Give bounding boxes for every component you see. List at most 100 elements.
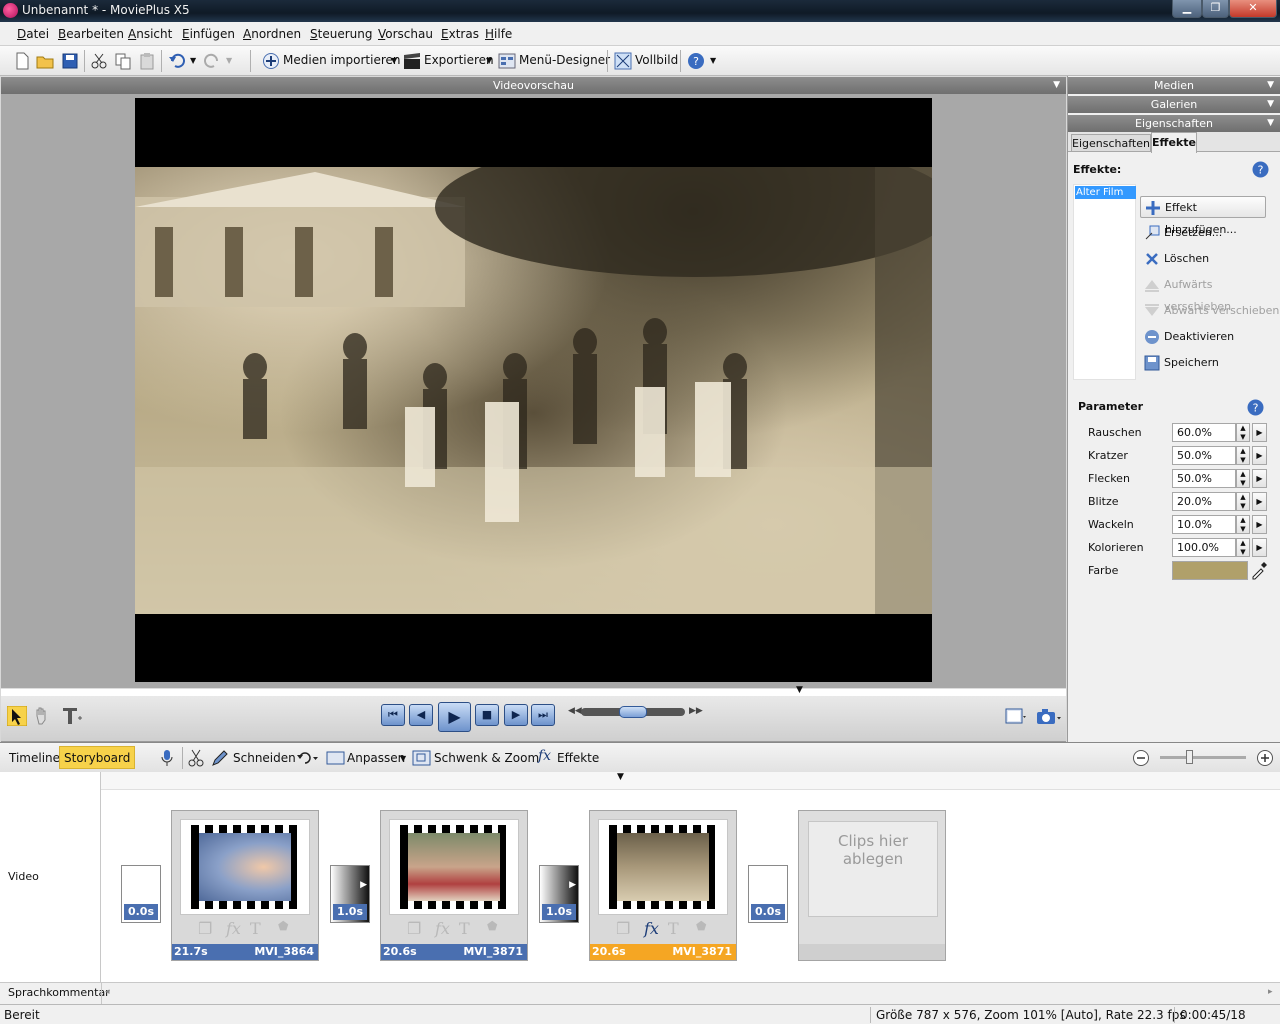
fit-dropdown-icon[interactable]: ▼ xyxy=(400,754,406,763)
param-rauschen-spinner[interactable]: ▲ ▼ xyxy=(1236,423,1250,442)
effects-list-item[interactable]: Alter Film xyxy=(1075,186,1136,199)
transition-0[interactable]: 0.0s xyxy=(121,865,161,923)
effects-help-icon[interactable]: ? xyxy=(1252,161,1269,178)
pan-zoom-button[interactable]: Schwenk & Zoom xyxy=(434,751,539,765)
next-frame-button[interactable]: ▶ xyxy=(504,704,528,726)
clip-marker-icon[interactable]: ⬟ xyxy=(487,919,497,933)
param-blitze-spinner[interactable]: ▲ ▼ xyxy=(1236,492,1250,511)
param-rauschen-expand[interactable]: ▶ xyxy=(1252,423,1267,442)
pan-zoom-icon[interactable] xyxy=(412,749,432,767)
transition-1[interactable]: 1.0s xyxy=(330,865,370,923)
storyboard-clip-1[interactable]: ❐ fx T ⬟ 21.7s MVI_3864 xyxy=(171,810,319,961)
tab-effects[interactable]: Effekte xyxy=(1151,132,1197,153)
scissors-icon[interactable] xyxy=(188,749,204,767)
param-kratzer-input[interactable]: 50.0% xyxy=(1172,446,1236,465)
cut-icon[interactable] xyxy=(90,52,108,70)
replace-effect-button[interactable]: Ersetzen... xyxy=(1140,222,1222,244)
redo-dropdown-icon[interactable]: ▼ xyxy=(226,56,232,65)
param-rauschen-input[interactable]: 60.0% xyxy=(1172,423,1236,442)
deactivate-button[interactable]: Deaktivieren xyxy=(1140,326,1234,348)
clip-fx-icon[interactable]: fx xyxy=(644,919,659,938)
fit-icon[interactable] xyxy=(326,749,346,767)
undo-dropdown-icon[interactable]: ▼ xyxy=(190,56,196,65)
clip-marker-icon[interactable]: ⬟ xyxy=(278,919,288,933)
effects-button[interactable]: Effekte xyxy=(557,751,599,765)
param-flecken-input[interactable]: 50.0% xyxy=(1172,469,1236,488)
clip-text-icon[interactable]: T xyxy=(668,919,679,938)
param-kratzer-expand[interactable]: ▶ xyxy=(1252,446,1267,465)
clip-text-icon[interactable]: T xyxy=(459,919,470,938)
maximize-button[interactable]: ❐ xyxy=(1202,0,1229,18)
param-kratzer-spinner[interactable]: ▲ ▼ xyxy=(1236,446,1250,465)
param-blitze-expand[interactable]: ▶ xyxy=(1252,492,1267,511)
clip-fx-icon[interactable]: fx xyxy=(226,919,241,938)
help-icon[interactable]: ? xyxy=(687,52,705,70)
fit-button[interactable]: Anpassen xyxy=(347,751,405,765)
fx-icon[interactable]: fx xyxy=(538,748,551,764)
param-blitze-input[interactable]: 20.0% xyxy=(1172,492,1236,511)
shuttle-slider-thumb[interactable] xyxy=(619,706,647,718)
param-wackeln-expand[interactable]: ▶ xyxy=(1252,515,1267,534)
zoom-out-icon[interactable] xyxy=(1132,749,1150,767)
menu-vorschau[interactable]: Vorschau xyxy=(378,27,433,41)
fullscreen-button[interactable]: Vollbild xyxy=(635,53,678,67)
move-down-button[interactable]: Abwärts verschieben xyxy=(1140,300,1279,322)
storyboard-clip-2[interactable]: ❐ fx T ⬟ 20.6s MVI_3871 xyxy=(380,810,528,961)
tab-storyboard[interactable]: Storyboard xyxy=(59,746,136,769)
export-button[interactable]: Exportieren xyxy=(424,53,494,67)
color-swatch[interactable] xyxy=(1172,561,1248,580)
cut-pen-icon[interactable] xyxy=(211,749,229,767)
go-to-start-button[interactable]: ⏮ xyxy=(381,704,405,726)
menu-designer-button[interactable]: Menü-Designer xyxy=(519,53,610,67)
import-media-button[interactable]: Medien importieren xyxy=(283,53,401,67)
cut-button[interactable]: Schneiden xyxy=(233,751,296,765)
clip-drop-zone[interactable]: Clips hier ablegen xyxy=(798,810,946,961)
preview-scrub-strip[interactable]: ▼ xyxy=(1,685,1066,696)
snapshot-camera-icon[interactable] xyxy=(1036,708,1062,726)
clip-text-icon[interactable]: T xyxy=(250,919,261,938)
stop-button[interactable]: ■ xyxy=(475,704,499,726)
pointer-tool-icon[interactable] xyxy=(7,706,27,726)
menu-steuerung[interactable]: Steuerung xyxy=(310,27,372,41)
export-dropdown-icon[interactable]: ▼ xyxy=(486,56,492,65)
hand-tool-icon[interactable] xyxy=(33,706,51,726)
previous-frame-button[interactable]: ◀ xyxy=(409,704,433,726)
close-button[interactable]: ✕ xyxy=(1229,0,1277,18)
text-tool-icon[interactable] xyxy=(61,706,83,726)
menu-extras[interactable]: Extras xyxy=(441,27,479,41)
menu-hilfe[interactable]: Hilfe xyxy=(485,27,512,41)
help-dropdown-icon[interactable]: ▼ xyxy=(710,56,716,65)
parameter-help-icon[interactable]: ? xyxy=(1247,399,1264,416)
scroll-right-icon[interactable]: ▸ xyxy=(1268,987,1273,997)
properties-panel-header[interactable]: Eigenschaften ▼ xyxy=(1068,115,1280,132)
zoom-in-icon[interactable] xyxy=(1256,749,1274,767)
param-kolorieren-spinner[interactable]: ▲ ▼ xyxy=(1236,538,1250,557)
galleries-panel-header[interactable]: Galerien ▼ xyxy=(1068,96,1280,113)
undo-icon[interactable] xyxy=(168,52,186,70)
save-icon[interactable] xyxy=(61,52,79,70)
paste-icon[interactable] xyxy=(138,52,156,70)
param-kolorieren-expand[interactable]: ▶ xyxy=(1252,538,1267,557)
aspect-ratio-icon[interactable] xyxy=(1005,708,1027,726)
playhead-marker-icon[interactable]: ▼ xyxy=(796,685,803,695)
fullscreen-icon[interactable] xyxy=(614,52,632,70)
delete-effect-button[interactable]: Löschen xyxy=(1140,248,1209,270)
go-to-end-button[interactable]: ⏭ xyxy=(531,704,555,726)
param-flecken-expand[interactable]: ▶ xyxy=(1252,469,1267,488)
rotate-icon[interactable] xyxy=(296,749,320,767)
media-panel-header[interactable]: Medien ▼ xyxy=(1068,77,1280,94)
microphone-icon[interactable] xyxy=(160,749,174,767)
menu-datei[interactable]: Datei xyxy=(17,27,49,41)
clip-marker-icon[interactable]: ⬟ xyxy=(696,919,706,933)
import-plus-icon[interactable] xyxy=(262,52,280,70)
shuttle-left-icon[interactable]: ◀◀ xyxy=(568,706,582,716)
zoom-slider[interactable] xyxy=(1160,750,1246,764)
menu-einfuegen[interactable]: Einfügen xyxy=(182,27,235,41)
transition-3[interactable]: 0.0s xyxy=(748,865,788,923)
redo-icon[interactable] xyxy=(203,52,221,70)
eyedropper-icon[interactable] xyxy=(1250,561,1268,580)
minimize-button[interactable]: ▁ xyxy=(1172,0,1202,18)
clip-copy-icon[interactable]: ❐ xyxy=(198,919,212,938)
save-effect-button[interactable]: Speichern xyxy=(1140,352,1219,374)
transition-2[interactable]: 1.0s xyxy=(539,865,579,923)
